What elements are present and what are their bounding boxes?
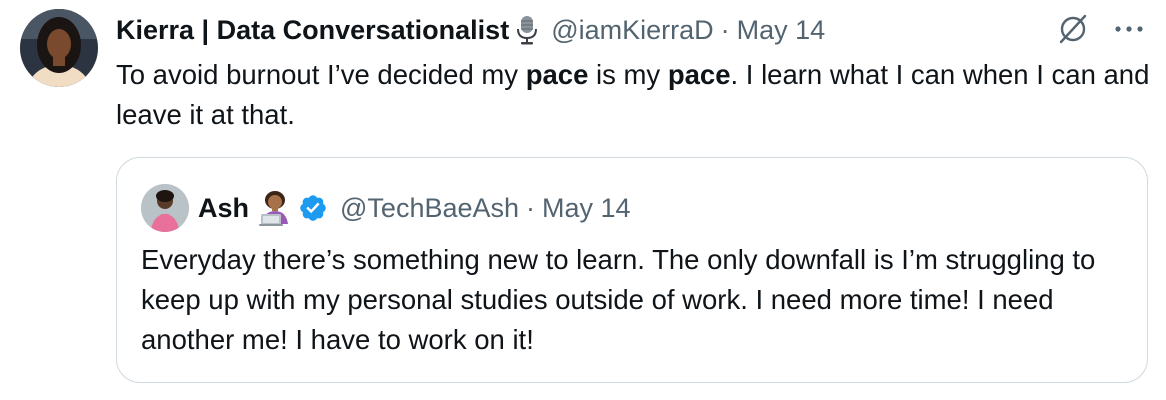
quoted-author-handle[interactable]: @TechBaeAsh <box>340 186 519 230</box>
verified-badge-icon[interactable] <box>298 193 328 223</box>
author-avatar[interactable] <box>20 9 98 87</box>
quoted-tweet-header: Ash @TechBaeAsh · May 14 <box>198 186 631 230</box>
header-separator: · <box>720 15 730 45</box>
author-avatar-image <box>20 9 98 87</box>
tweet-text-bold1: pace <box>525 59 589 90</box>
quoted-tweet-card[interactable]: Ash @TechBaeAsh · May 14 Everyday there’… <box>116 157 1148 383</box>
tweet-text-part2: is my <box>588 59 668 90</box>
quoted-tweet-text: Everyday there’s something new to learn.… <box>141 244 1096 355</box>
quoted-header-separator: · <box>526 193 536 223</box>
tweet-text: To avoid burnout I’ve decided my pace is… <box>116 55 1156 135</box>
tweet-date[interactable]: May 14 <box>737 8 826 52</box>
author-handle[interactable]: @iamKierraD <box>551 8 713 52</box>
woman-technologist-emoji-icon <box>258 190 292 226</box>
quoted-tweet-date[interactable]: May 14 <box>542 186 631 230</box>
grok-icon[interactable] <box>1058 14 1088 44</box>
author-display-name[interactable]: Kierra | Data Conversationalist <box>116 8 509 52</box>
tweet-text-part1: To avoid burnout I’ve decided my <box>116 59 526 90</box>
more-icon[interactable] <box>1112 14 1146 44</box>
tweet-header: Kierra | Data Conversationalist @iamKier… <box>116 8 825 52</box>
tweet: Kierra | Data Conversationalist @iamKier… <box>0 0 1166 400</box>
tweet-text-bold2: pace <box>667 59 731 90</box>
quoted-author-avatar[interactable] <box>141 184 189 232</box>
quoted-author-avatar-image <box>141 184 189 232</box>
microphone-emoji-icon <box>515 15 539 45</box>
quoted-author-display-name[interactable]: Ash <box>198 186 249 230</box>
